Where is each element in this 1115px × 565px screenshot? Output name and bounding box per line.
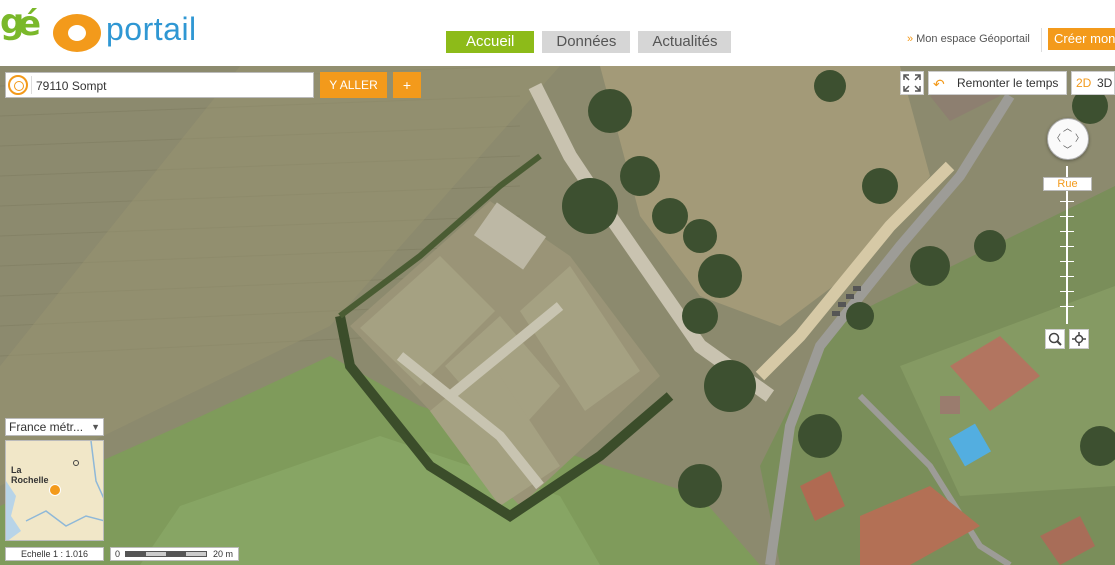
zoom-tick — [1060, 201, 1074, 202]
search-box — [5, 72, 314, 98]
main-nav: Accueil Données Actualités — [446, 31, 732, 53]
overview-map[interactable]: La Rochelle — [5, 440, 104, 541]
mon-espace-label: Mon espace Géoportail — [916, 33, 1030, 45]
scale-zero-label: 0 — [115, 549, 121, 559]
locate-icon — [1072, 332, 1086, 346]
zoom-box-button[interactable] — [1045, 329, 1065, 349]
mon-espace-link[interactable]: » Mon espace Géoportail — [907, 33, 1030, 45]
search-input[interactable] — [34, 75, 313, 97]
chevron-right-icon: » — [907, 33, 914, 45]
tab-donnees[interactable]: Données — [542, 31, 631, 53]
zoom-tick — [1060, 246, 1074, 247]
territory-select[interactable]: France métr... ▼ — [5, 418, 104, 436]
go-button[interactable]: Y ALLER — [320, 72, 387, 98]
chevron-down-icon: ▼ — [91, 422, 100, 432]
more-options-button[interactable]: + — [393, 72, 421, 98]
scale-distance-label: 20 m — [213, 549, 234, 559]
zoom-box-icon — [1048, 332, 1062, 346]
header-divider — [1041, 28, 1042, 52]
zoom-tick — [1060, 216, 1074, 217]
pan-right-icon[interactable]: 〉 — [1075, 134, 1084, 143]
zoom-tick — [1060, 261, 1074, 262]
aerial-imagery — [0, 66, 1115, 565]
locate-target-icon[interactable] — [8, 75, 28, 95]
create-account-button[interactable]: Créer mon — [1048, 28, 1115, 50]
pan-left-icon[interactable]: 〈 — [1052, 134, 1061, 143]
search-separator — [31, 76, 32, 94]
territory-label: France métr... — [9, 420, 84, 434]
overview-place-label: La Rochelle — [11, 465, 49, 485]
overview-position-marker — [49, 484, 61, 496]
undo-arrow-icon: ↶ — [933, 76, 945, 92]
zoom-level-label[interactable]: Rue — [1043, 177, 1092, 191]
tab-accueil[interactable]: Accueil — [446, 31, 535, 53]
zoom-tick — [1060, 231, 1074, 232]
time-travel-label: Remonter le temps — [957, 76, 1059, 90]
pan-down-icon[interactable]: ﹀ — [1063, 146, 1072, 155]
pan-up-icon[interactable]: ︿ — [1063, 124, 1072, 133]
header: g é portail Accueil Données Actualités »… — [0, 0, 1115, 67]
tab-actualites[interactable]: Actualités — [638, 31, 732, 53]
scale-bar: 0 20 m — [110, 547, 239, 561]
time-travel-button[interactable]: ↶ Remonter le temps — [928, 71, 1067, 95]
fullscreen-icon — [903, 74, 921, 92]
view-2d-button[interactable]: 2D — [1076, 72, 1091, 94]
pan-control[interactable]: ︿ ﹀ 〈 〉 — [1047, 118, 1089, 160]
scale-ratio: Echelle 1 : 1.016 — [5, 547, 104, 561]
scale-graphic — [125, 551, 207, 557]
zoom-tick — [1060, 291, 1074, 292]
view-mode-toggle: 2D 3D — [1071, 71, 1115, 95]
view-3d-button[interactable]: 3D — [1097, 72, 1112, 94]
zoom-tick — [1060, 306, 1074, 307]
locate-button[interactable] — [1069, 329, 1089, 349]
zoom-tick — [1060, 276, 1074, 277]
fullscreen-button[interactable] — [900, 71, 924, 95]
map-view[interactable]: Y ALLER + ↶ Remonter le temps 2D 3D ︿ ﹀ … — [0, 66, 1115, 565]
